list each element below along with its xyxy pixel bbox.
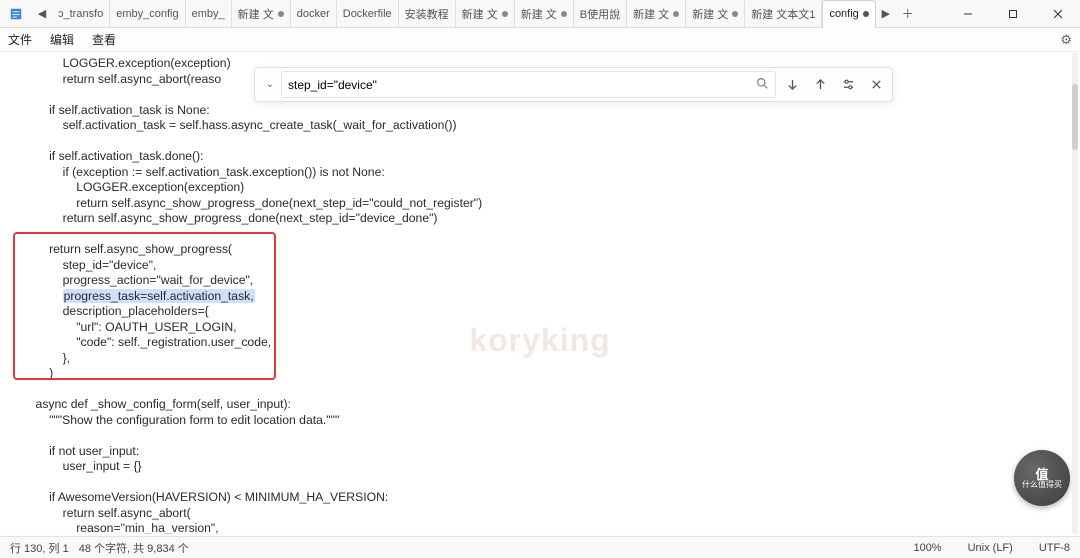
tab[interactable]: emby_ [186, 0, 232, 28]
scrollbar-thumb[interactable] [1072, 84, 1078, 150]
vertical-scrollbar[interactable] [1072, 52, 1078, 534]
highlighted-line: progress_task=self.activation_task, [63, 289, 255, 303]
app-icon [4, 2, 28, 26]
tab-label: 新建 文 [521, 6, 557, 22]
maximize-button[interactable] [990, 0, 1035, 27]
tab-scroll-left[interactable]: ◀ [32, 7, 52, 20]
tab-dirty-dot-icon [278, 11, 284, 17]
tab-label: 新建 文 [462, 6, 498, 22]
tab-dirty-dot-icon [863, 11, 869, 17]
minimize-button[interactable] [945, 0, 990, 27]
tab-label: docker [297, 8, 330, 20]
tab-label: 新建 文 [692, 6, 728, 22]
tab-label: 安装教程 [405, 6, 449, 22]
tab[interactable]: 新建 文本文1 [745, 0, 822, 28]
find-expand-icon[interactable]: ⌄ [263, 79, 277, 90]
find-next-icon[interactable] [780, 73, 804, 97]
tab-label: 新建 文 [633, 6, 669, 22]
tab[interactable]: B使用說 [574, 0, 627, 28]
editor[interactable]: LOGGER.exception(exception) return self.… [0, 52, 1080, 534]
menu-file[interactable]: 文件 [8, 31, 32, 48]
window-controls [945, 0, 1080, 27]
tab-dirty-dot-icon [732, 11, 738, 17]
tab-label: Dockerfile [343, 8, 392, 20]
tab[interactable]: emby_config [110, 0, 185, 28]
status-caret-pos[interactable]: 行 130, 列 1 [10, 540, 69, 556]
tab-label: 新建 文本文1 [751, 6, 815, 22]
status-zoom[interactable]: 100% [913, 542, 941, 554]
tab-dirty-dot-icon [561, 11, 567, 17]
tab-dirty-dot-icon [502, 11, 508, 17]
tab-dirty-dot-icon [673, 11, 679, 17]
title-bar: ◀ ɔ_transfo emby_config emby_ 新建 文 docker Doc… [0, 0, 1080, 28]
menu-view[interactable]: 查看 [92, 31, 116, 48]
tab[interactable]: 新建 文 [456, 0, 515, 28]
settings-icon[interactable]: ⚙ [1060, 32, 1072, 48]
tab[interactable]: 安装教程 [399, 0, 456, 28]
find-prev-icon[interactable] [808, 73, 832, 97]
close-button[interactable] [1035, 0, 1080, 27]
tab[interactable]: docker [291, 0, 337, 28]
menu-edit[interactable]: 编辑 [50, 31, 74, 48]
find-input[interactable] [288, 78, 756, 92]
tab[interactable]: Dockerfile [337, 0, 399, 28]
tab-label: emby_ [192, 8, 225, 20]
menu-bar: 文件 编辑 查看 ⚙ [0, 28, 1080, 52]
search-icon[interactable] [756, 77, 769, 93]
status-encoding[interactable]: UTF-8 [1039, 542, 1070, 554]
find-bar: ⌄ [254, 67, 893, 102]
tab-scroll-right[interactable]: ▶ [876, 7, 896, 20]
status-char-count: 48 个字符, 共 9,834 个 [79, 540, 189, 556]
status-bar: 行 130, 列 1 48 个字符, 共 9,834 个 100% Unix (… [0, 536, 1080, 558]
tab-label: ɔ_transfo [58, 8, 103, 20]
tab-label: B使用說 [580, 6, 620, 22]
tab[interactable]: 新建 文 [232, 0, 291, 28]
tab-active[interactable]: config [822, 0, 875, 28]
tab-label: config [829, 8, 858, 20]
find-close-icon[interactable] [864, 73, 888, 97]
new-tab-button[interactable]: ＋ [896, 5, 920, 22]
tab-strip: ɔ_transfo emby_config emby_ 新建 文 docker Docke… [52, 0, 876, 28]
tab-label: 新建 文 [238, 6, 274, 22]
code-content[interactable]: LOGGER.exception(exception) return self.… [0, 52, 1080, 534]
tab[interactable]: ɔ_transfo [52, 0, 110, 28]
tab[interactable]: 新建 文 [515, 0, 574, 28]
find-input-wrapper [281, 71, 776, 98]
find-options-icon[interactable] [836, 73, 860, 97]
tab[interactable]: 新建 文 [686, 0, 745, 28]
status-eol[interactable]: Unix (LF) [968, 542, 1013, 554]
tab[interactable]: 新建 文 [627, 0, 686, 28]
tab-label: emby_config [116, 8, 178, 20]
